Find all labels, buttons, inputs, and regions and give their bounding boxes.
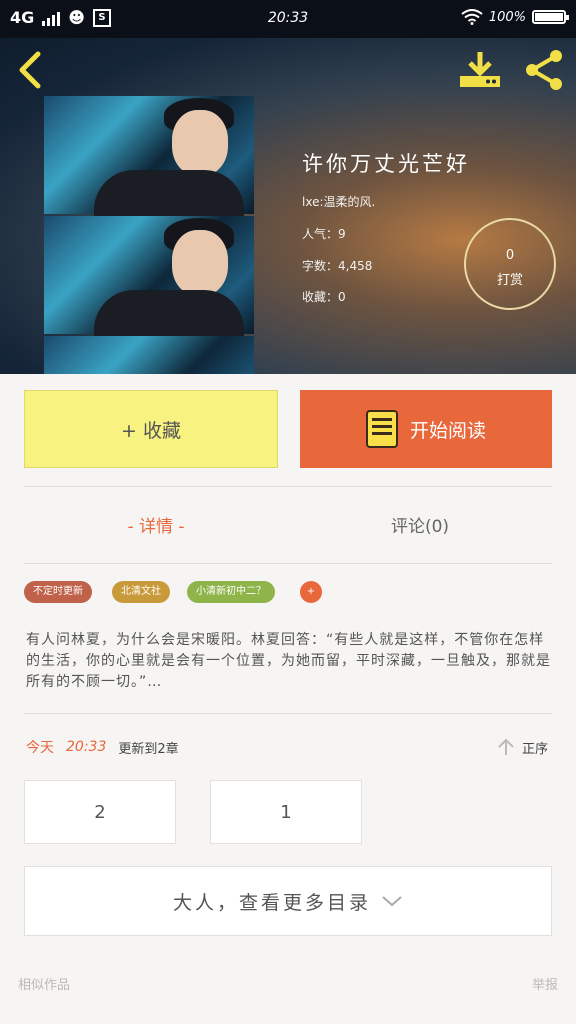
add-favorite-label: + 收藏 [121, 419, 181, 442]
update-text: 更新到2章 [118, 741, 179, 757]
add-tag-label: + [306, 586, 316, 597]
tag-label: 北清文社 [121, 586, 161, 597]
reward-count: 0 [505, 248, 515, 263]
reward-button[interactable]: 0 打赏 [464, 218, 556, 310]
reward-label: 打赏 [496, 273, 523, 288]
more-catalog-label: 大人，查看更多目录 [172, 891, 371, 914]
start-reading-label: 开始阅读 [409, 419, 486, 442]
chapter-item[interactable]: 1 [210, 780, 362, 844]
add-tag-button[interactable]: + [300, 581, 322, 603]
book-icon [365, 410, 398, 448]
chevron-left-icon[interactable] [16, 50, 44, 90]
tab-details-label: - 详情 - [127, 517, 185, 537]
start-reading-button[interactable]: 开始阅读 [300, 390, 552, 468]
battery-percent: 100% [488, 9, 526, 25]
more-catalog-button[interactable]: 大人，查看更多目录 [24, 866, 552, 936]
tab-comments-label: 评论(0) [390, 517, 450, 537]
tag-label: 小清新初中二？ [196, 586, 266, 597]
book-cover-image [44, 96, 254, 374]
wifi-icon [461, 9, 483, 25]
book-popularity: 人气：9 [302, 227, 346, 241]
tag-update-schedule[interactable]: 不定时更新 [24, 581, 92, 603]
divider [24, 563, 552, 564]
update-info: 今天 20:33 更新到2章 [26, 737, 179, 757]
arrow-up-icon [498, 738, 514, 755]
book-header: 许你万丈光芒好 lxe:温柔的风. 人气：9 字数：4,458 收藏：0 0 打… [0, 38, 576, 374]
book-word-count: 字数：4,458 [302, 259, 373, 273]
download-icon[interactable] [456, 50, 504, 90]
update-today: 今天 [26, 740, 54, 756]
status-bar: 4G ☻ S 20:33 100% [0, 0, 576, 38]
book-description: 有人问林夏，为什么会是宋暖阳。林夏回答：“有些人就是这样，不管你在怎样的生活，你… [26, 632, 551, 690]
tag-publisher[interactable]: 北清文社 [112, 581, 170, 603]
update-time: 20:33 [66, 739, 107, 755]
book-title: 许你万丈光芒好 [302, 152, 470, 176]
status-right: 100% [461, 9, 569, 25]
sort-order-button[interactable]: 正序 [496, 737, 548, 757]
chapter-label: 2 [94, 801, 106, 823]
chapter-item[interactable]: 2 [24, 780, 176, 844]
sort-order-label: 正序 [522, 741, 549, 757]
chevron-down-icon [382, 896, 402, 907]
report-link[interactable]: 举报 [532, 974, 558, 993]
share-icon[interactable] [522, 48, 566, 92]
book-author: lxe:温柔的风. [302, 195, 376, 209]
book-favorites: 收藏：0 [302, 290, 346, 304]
divider [24, 713, 552, 714]
battery-icon [532, 10, 569, 24]
similar-works-link[interactable]: 相似作品 [18, 974, 70, 993]
tag-label: 不定时更新 [33, 586, 83, 597]
tab-comments[interactable]: 评论(0) [288, 505, 552, 549]
tag-genre[interactable]: 小清新初中二？ [187, 581, 275, 603]
tab-details[interactable]: - 详情 - [24, 505, 288, 549]
divider [24, 486, 552, 487]
add-favorite-button[interactable]: + 收藏 [24, 390, 278, 468]
chapter-label: 1 [280, 801, 292, 823]
